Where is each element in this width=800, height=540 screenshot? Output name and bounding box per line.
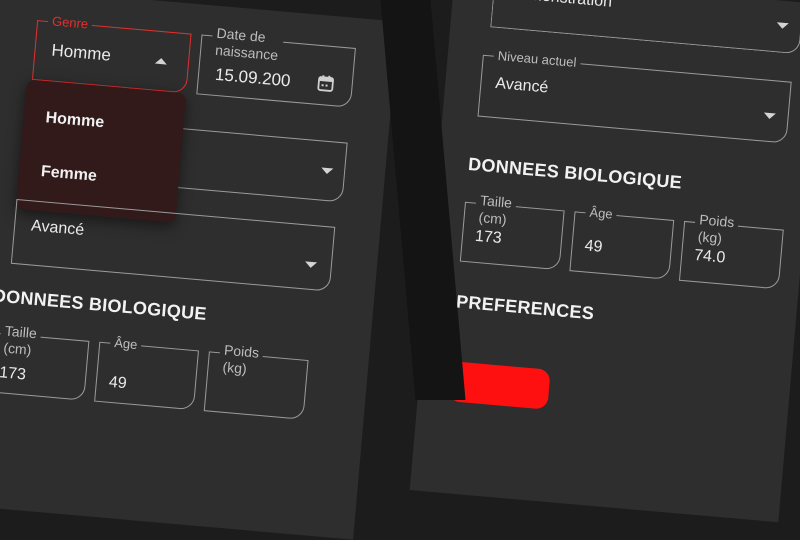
birthdate-label: Date de naissance bbox=[210, 24, 285, 65]
level-label: Niveau actuel bbox=[493, 47, 582, 72]
weight-label: Poids (kg) bbox=[217, 341, 264, 379]
left-screen: Genre Homme Date de naissance 15.09.200 H… bbox=[0, 0, 399, 540]
bio-section-title: DONNEES BIOLOGIQUE bbox=[0, 285, 208, 324]
weight-value-right: 74.0 bbox=[693, 246, 726, 267]
chevron-down-icon bbox=[776, 22, 789, 30]
birthdate-value: 15.09.200 bbox=[214, 64, 292, 91]
chevron-up-icon bbox=[154, 57, 168, 65]
height-value-right: 173 bbox=[474, 227, 503, 248]
age-label: Âge bbox=[109, 334, 143, 354]
preferences-title: PREFERENCES bbox=[455, 291, 595, 324]
calendar-icon[interactable] bbox=[316, 74, 336, 94]
genre-value: Homme bbox=[50, 40, 112, 65]
height-label: Taille (cm) bbox=[0, 322, 42, 360]
height-field[interactable]: Taille (cm) 173 bbox=[0, 322, 90, 401]
level-value-right: Avancé bbox=[494, 74, 550, 97]
level-value: Avancé bbox=[30, 217, 85, 239]
age-value-right: 49 bbox=[583, 237, 604, 256]
genre-label: Genre bbox=[47, 13, 93, 33]
goal-select[interactable]: Démonstration bbox=[490, 0, 800, 55]
birthdate-field[interactable]: Date de naissance 15.09.200 bbox=[196, 24, 356, 108]
weight-field[interactable]: Poids (kg) bbox=[203, 341, 309, 420]
chevron-down-icon bbox=[304, 261, 318, 269]
bio-section-title-right: DONNEES BIOLOGIQUE bbox=[467, 153, 683, 193]
level-select-right[interactable]: Niveau actuel Avancé bbox=[477, 47, 792, 144]
weight-field-right[interactable]: Poids (kg) 74.0 bbox=[678, 210, 784, 290]
right-screen: Démonstration Niveau actuel Avancé DONNE… bbox=[409, 0, 800, 523]
level-select[interactable]: Avancé bbox=[10, 198, 336, 292]
age-label-right: Âge bbox=[584, 204, 618, 223]
height-value: 173 bbox=[0, 364, 27, 384]
menu-item-femme[interactable]: Femme bbox=[40, 163, 97, 186]
weight-label-right: Poids (kg) bbox=[693, 210, 739, 249]
chevron-down-icon bbox=[763, 112, 776, 120]
chevron-down-icon bbox=[320, 167, 334, 175]
menu-item-homme[interactable]: Homme bbox=[45, 109, 105, 132]
height-field-right[interactable]: Taille (cm) 173 bbox=[459, 191, 565, 271]
goal-value: Démonstration bbox=[508, 0, 613, 12]
height-label-right: Taille (cm) bbox=[473, 191, 517, 230]
age-value: 49 bbox=[108, 373, 128, 393]
age-field-right[interactable]: Âge 49 bbox=[569, 204, 675, 280]
